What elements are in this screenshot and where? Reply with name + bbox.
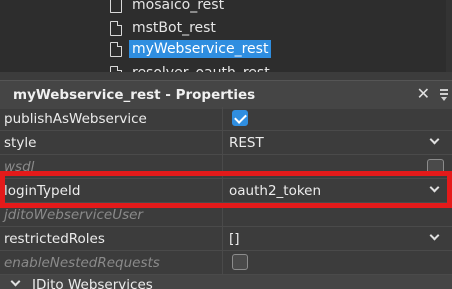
- chevron-down-icon[interactable]: [10, 276, 21, 287]
- property-value[interactable]: [224, 203, 452, 226]
- checkbox-unchecked[interactable]: [232, 254, 248, 270]
- properties-panel-header: myWebservice_rest - Properties ✕: [0, 80, 452, 109]
- dropdown-value: oauth2_token: [229, 183, 322, 199]
- chevron-down-icon[interactable]: [429, 134, 440, 145]
- property-value-dropdown[interactable]: oauth2_token: [224, 179, 452, 202]
- property-name: wsdl: [0, 155, 223, 178]
- tree-item-label: mosaico_rest: [132, 0, 225, 13]
- properties-grid: publishAsWebservice style REST wsdl logi…: [0, 107, 452, 275]
- tree-item-label-selected: myWebservice_rest: [129, 40, 272, 58]
- dropdown-value: []: [229, 231, 240, 247]
- property-name: restrictedRoles: [0, 227, 223, 250]
- file-icon: [110, 0, 122, 13]
- section-label: JDito Webservices: [32, 277, 153, 289]
- checkbox-checked[interactable]: [232, 110, 248, 126]
- view-menu-icon[interactable]: [440, 89, 448, 101]
- property-row-style[interactable]: style REST: [0, 131, 452, 155]
- property-name: jditoWebserviceUser: [0, 203, 223, 226]
- project-tree: mosaico_rest mstBot_rest myWebservice_re…: [0, 0, 452, 72]
- tree-item-resolver-oauth-rest[interactable]: resolver_oauth_rest: [110, 62, 270, 72]
- property-row-logintypeid[interactable]: loginTypeId oauth2_token: [0, 179, 452, 203]
- property-row-enablenestedrequests[interactable]: enableNestedRequests: [0, 251, 452, 275]
- panel-title: myWebservice_rest - Properties: [13, 87, 256, 103]
- tree-item-mosaico-rest[interactable]: mosaico_rest: [110, 0, 224, 16]
- file-icon: [110, 41, 122, 57]
- property-value-dropdown[interactable]: REST: [224, 131, 452, 154]
- edit-button[interactable]: [427, 159, 444, 176]
- chevron-down-icon[interactable]: [429, 182, 440, 193]
- chevron-down-icon[interactable]: [429, 230, 440, 241]
- property-row-jditowebserviceuser[interactable]: jditoWebserviceUser: [0, 203, 452, 227]
- property-value[interactable]: [224, 107, 452, 130]
- tree-scrollbar[interactable]: [446, 0, 452, 72]
- property-name: publishAsWebservice: [0, 107, 223, 130]
- close-icon[interactable]: ✕: [417, 84, 430, 103]
- property-row-restrictedroles[interactable]: restrictedRoles []: [0, 227, 452, 251]
- property-name: style: [0, 131, 223, 154]
- file-icon: [110, 65, 122, 72]
- tree-item-label: mstBot_rest: [132, 20, 216, 36]
- tree-item-mstbot-rest[interactable]: mstBot_rest: [110, 17, 216, 39]
- tree-item-label: resolver_oauth_rest: [132, 65, 270, 72]
- property-value[interactable]: [224, 155, 452, 178]
- tree-item-mywebservice-rest[interactable]: myWebservice_rest: [110, 38, 272, 60]
- property-name: loginTypeId: [0, 179, 223, 202]
- property-row-wsdl[interactable]: wsdl: [0, 155, 452, 179]
- property-row-publishaswebservice[interactable]: publishAsWebservice: [0, 107, 452, 131]
- property-value-dropdown[interactable]: []: [224, 227, 452, 250]
- property-value[interactable]: [224, 251, 452, 274]
- property-name: enableNestedRequests: [0, 251, 223, 274]
- dropdown-value: REST: [229, 135, 264, 151]
- file-icon: [110, 20, 122, 36]
